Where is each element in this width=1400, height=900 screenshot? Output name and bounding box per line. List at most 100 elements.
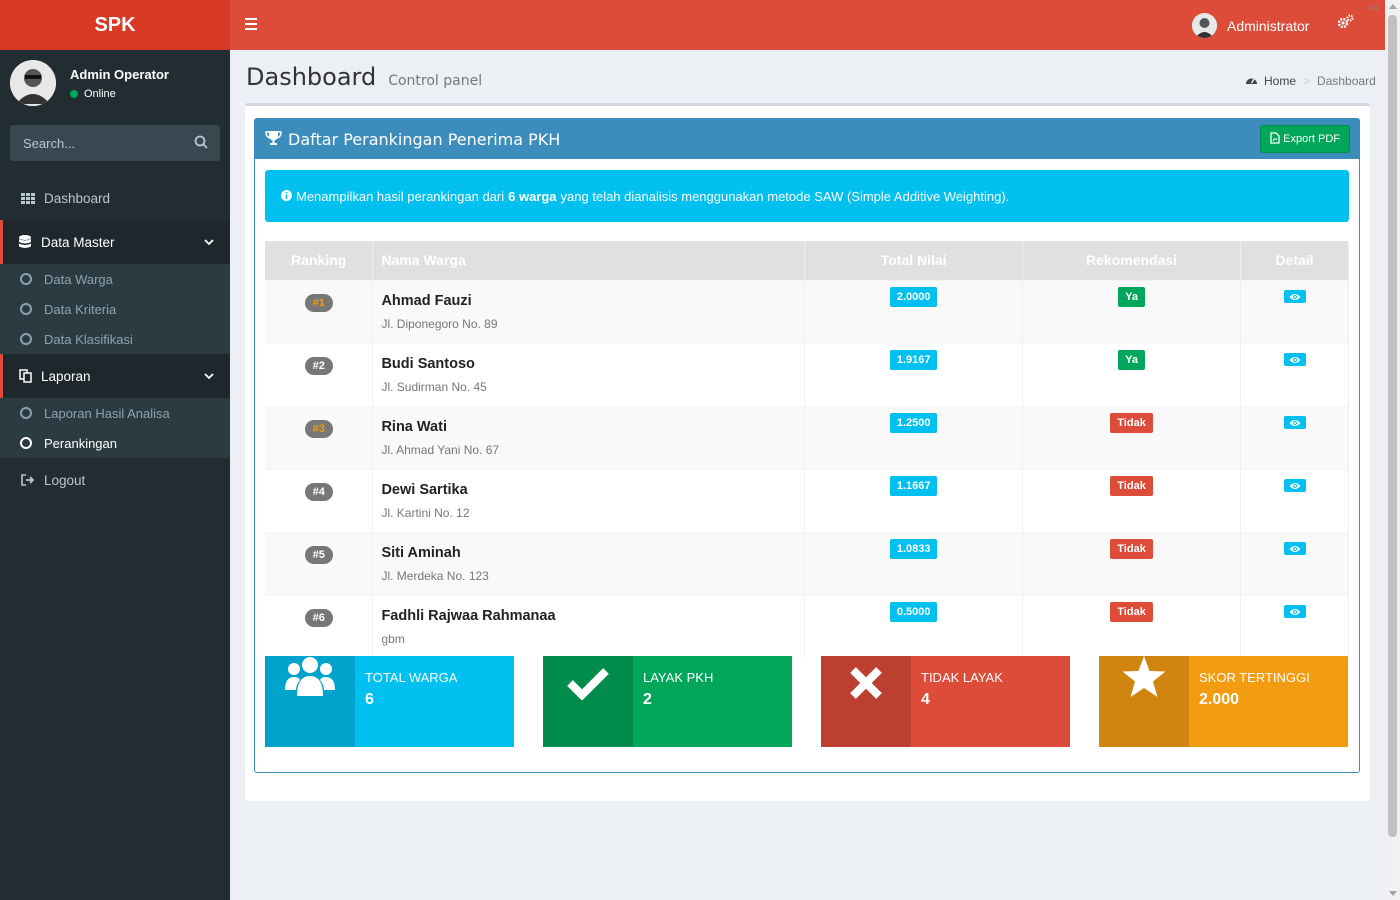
sidebar-menu: Dashboard Data Master Data Warga Data Kr… (0, 176, 230, 502)
user-status: Online (70, 88, 169, 100)
view-detail-button[interactable] (1283, 541, 1306, 555)
col-header-nama[interactable]: Nama Warga (372, 241, 806, 280)
score-cell: 1.0833 (804, 531, 1024, 595)
recommendation-badge: Tidak (1110, 412, 1153, 433)
rank-badge: #6 (304, 608, 333, 627)
chevron-down-icon (204, 234, 214, 249)
sidebar-item-logout[interactable]: Logout (0, 458, 230, 502)
detail-cell (1240, 594, 1349, 658)
name-cell: Rina Wati Jl. Ahmad Yani No. 67 (372, 405, 806, 469)
file-pdf-icon (1270, 131, 1280, 147)
recommendation-badge: Ya (1118, 349, 1145, 370)
sidebar-item-data-klasifikasi[interactable]: Data Klasifikasi (0, 324, 230, 354)
corner-arrows-icon: << (1368, 3, 1380, 14)
check-icon (567, 666, 609, 703)
page-scrollbar[interactable] (1385, 0, 1400, 900)
score-badge: 2.0000 (889, 286, 938, 307)
info-callout: Menampilkan hasil perankingan dari 6 war… (265, 170, 1349, 222)
app-logo[interactable]: SPK (0, 0, 230, 50)
recommendation-cell: Ya (1022, 342, 1241, 406)
rank-cell: #3 (265, 405, 374, 469)
stat-value: 2 (643, 691, 652, 708)
sidebar-item-label: Data Warga (44, 271, 113, 287)
panel-header: Daftar Perankingan Penerima PKH Export P… (255, 119, 1359, 159)
nav-username: Administrator (1227, 17, 1310, 34)
stat-icon-area (821, 656, 911, 747)
breadcrumb-home[interactable]: Home (1264, 74, 1296, 88)
hamburger-icon[interactable] (245, 18, 257, 33)
scroll-down-icon[interactable] (1389, 891, 1397, 896)
sidebar-search (10, 125, 220, 161)
sidebar-item-data-master[interactable]: Data Master (0, 220, 230, 264)
stat-label: TOTAL WARGA (365, 670, 458, 685)
detail-cell (1240, 531, 1349, 595)
gears-icon[interactable] (1337, 14, 1354, 33)
dashboard-icon (1245, 74, 1258, 88)
sidebar-item-data-kriteria[interactable]: Data Kriteria (0, 294, 230, 324)
export-pdf-button[interactable]: Export PDF (1260, 125, 1350, 153)
stat-box: SKOR TERTINGGI 2.000 (1099, 656, 1348, 747)
stat-label: SKOR TERTINGGI (1199, 670, 1310, 685)
search-icon[interactable] (194, 135, 208, 152)
score-badge: 1.9167 (889, 349, 938, 370)
sidebar-item-laporan-hasil-analisa[interactable]: Laporan Hasil Analisa (0, 398, 230, 428)
col-header-rekomendasi[interactable]: Rekomendasi (1022, 241, 1241, 280)
warga-address: Jl. Merdeka No. 123 (381, 568, 489, 583)
scroll-thumb[interactable] (1388, 15, 1397, 837)
view-detail-button[interactable] (1283, 352, 1306, 366)
user-status-text: Online (84, 87, 116, 100)
callout-bold: 6 warga (508, 188, 557, 204)
submenu-data-master: Data Warga Data Kriteria Data Klasifikas… (0, 264, 230, 354)
recommendation-cell: Tidak (1022, 531, 1241, 595)
view-detail-button[interactable] (1283, 478, 1306, 492)
chevron-down-icon (204, 368, 214, 383)
detail-cell (1240, 405, 1349, 469)
submenu-laporan: Laporan Hasil Analisa Perankingan (0, 398, 230, 458)
sidebar-item-label: Laporan Hasil Analisa (44, 405, 170, 421)
table-row: #6 Fadhli Rajwaa Rahmanaa gbm 0.5000 Tidak (265, 594, 1349, 658)
rank-badge: #3 (304, 419, 333, 438)
ranking-panel: Daftar Perankingan Penerima PKH Export P… (254, 118, 1360, 773)
score-cell: 2.0000 (804, 279, 1024, 343)
view-detail-button[interactable] (1283, 289, 1306, 303)
nav-avatar (1192, 13, 1217, 38)
sidebar: SPK Admin Operator Online Dashboard Data… (0, 0, 230, 900)
scroll-up-icon[interactable] (1389, 4, 1397, 9)
view-detail-button[interactable] (1283, 604, 1306, 618)
col-header-total-nilai[interactable]: Total Nilai (804, 241, 1024, 280)
score-cell: 1.9167 (804, 342, 1024, 406)
score-badge: 1.0833 (889, 538, 938, 559)
circle-icon (20, 407, 32, 419)
user-name: Admin Operator (70, 66, 169, 82)
table-header-row: Ranking Nama Warga Total Nilai Rekomenda… (265, 241, 1349, 280)
sign-out-icon (20, 474, 36, 486)
star-icon (1122, 656, 1166, 701)
database-icon (17, 235, 33, 249)
score-badge: 1.2500 (889, 412, 938, 433)
warga-address: Jl. Ahmad Yani No. 67 (381, 442, 500, 457)
sidebar-item-label: Laporan (41, 368, 91, 384)
recommendation-cell: Ya (1022, 279, 1241, 343)
search-input[interactable] (23, 135, 173, 151)
recommendation-badge: Tidak (1110, 475, 1153, 496)
sidebar-item-dashboard[interactable]: Dashboard (0, 176, 230, 220)
table-row: #3 Rina Wati Jl. Ahmad Yani No. 67 1.2500 Ti… (265, 405, 1349, 469)
warga-address: Jl. Diponegoro No. 89 (381, 316, 498, 331)
sidebar-item-data-warga[interactable]: Data Warga (0, 264, 230, 294)
rank-cell: #2 (265, 342, 374, 406)
col-header-detail[interactable]: Detail (1240, 241, 1349, 280)
col-header-ranking[interactable]: Ranking (265, 241, 374, 280)
sidebar-item-label: Data Master (41, 234, 115, 250)
user-panel: Admin Operator Online (0, 50, 230, 116)
view-detail-button[interactable] (1283, 415, 1306, 429)
table-row: #1 Ahmad Fauzi Jl. Diponegoro No. 89 2.0000… (265, 279, 1349, 343)
stat-box: TOTAL WARGA 6 (265, 656, 514, 747)
detail-cell (1240, 468, 1349, 532)
sidebar-item-laporan[interactable]: Laporan (0, 354, 230, 398)
user-menu[interactable]: Administrator (1192, 13, 1309, 38)
sidebar-item-perankingan[interactable]: Perankingan (0, 428, 230, 458)
name-cell: Dewi Sartika Jl. Kartini No. 12 (372, 468, 806, 532)
recommendation-cell: Tidak (1022, 468, 1241, 532)
score-cell: 1.2500 (804, 405, 1024, 469)
warga-address: Jl. Sudirman No. 45 (381, 379, 487, 394)
